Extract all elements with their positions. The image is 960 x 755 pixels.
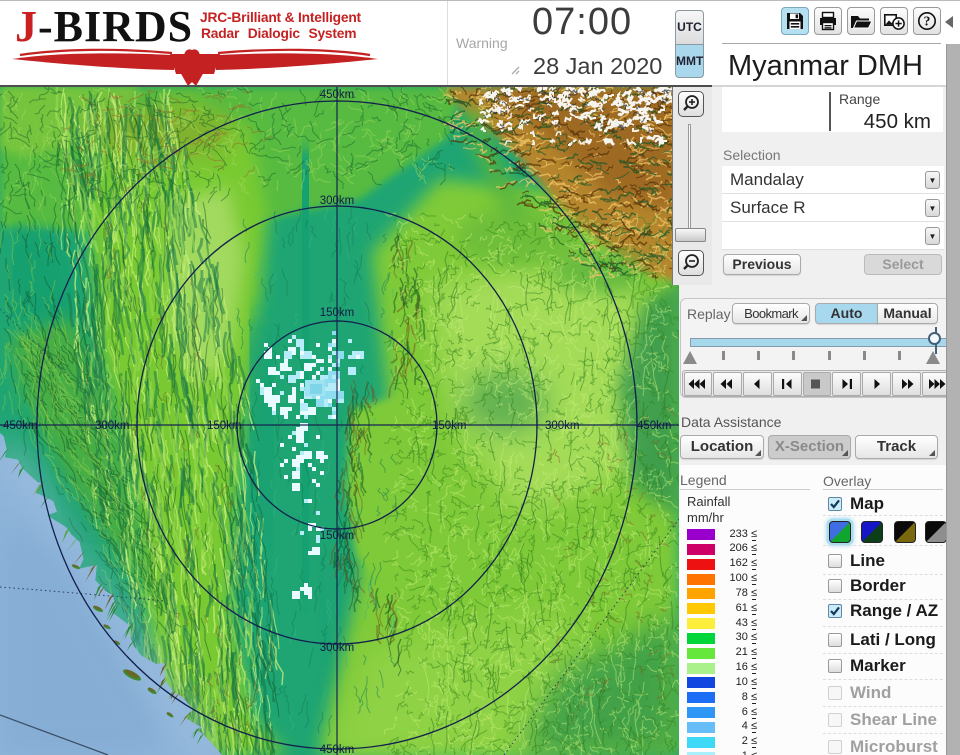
svg-text:150km: 150km (207, 420, 242, 432)
svg-text:450km: 450km (3, 420, 38, 432)
svg-text:450km: 450km (320, 744, 355, 755)
svg-text:150km: 150km (320, 530, 355, 542)
svg-text:?: ? (924, 14, 931, 29)
svg-text:450km: 450km (320, 89, 355, 101)
svg-text:150km: 150km (320, 307, 355, 319)
svg-text:300km: 300km (95, 420, 130, 432)
svg-text:450km: 450km (637, 420, 672, 432)
svg-text:300km: 300km (545, 420, 580, 432)
svg-text:300km: 300km (320, 642, 355, 654)
svg-text:300km: 300km (320, 195, 355, 207)
svg-text:150km: 150km (432, 420, 467, 432)
